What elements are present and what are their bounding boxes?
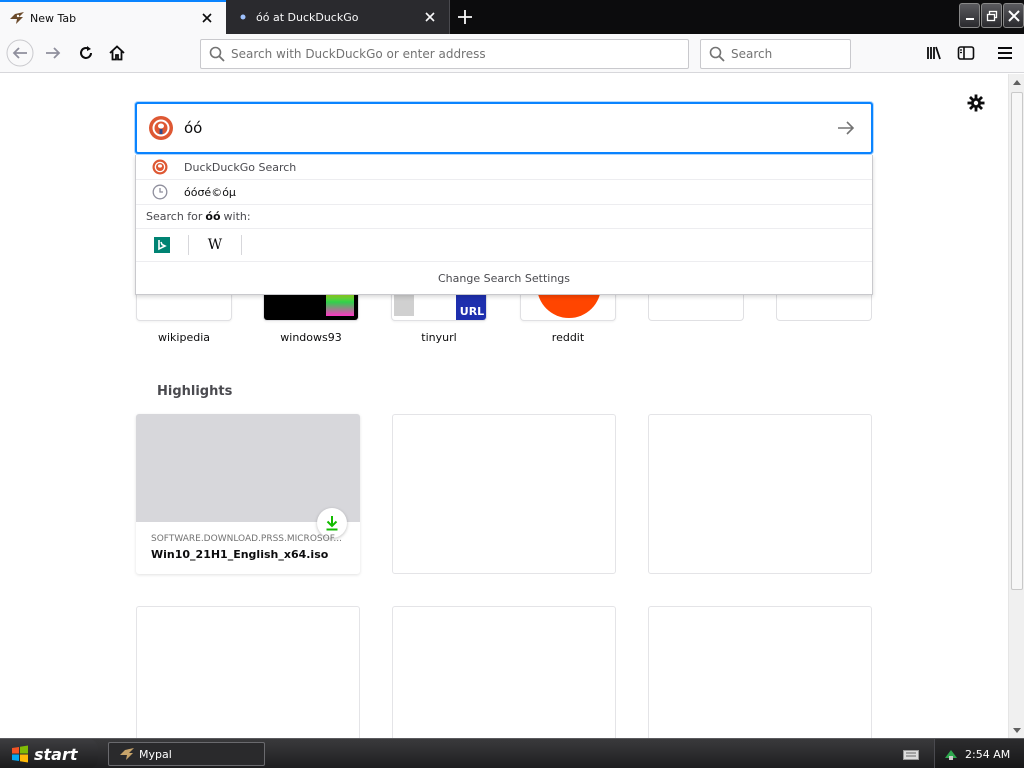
highlight-card[interactable]: SOFTWARE.DOWNLOAD.PRSS.MICROSOF... Win10… bbox=[136, 414, 360, 574]
home-icon bbox=[109, 44, 125, 64]
tab-duckduckgo[interactable]: óó at DuckDuckGo bbox=[226, 0, 450, 34]
search-for-term: óó bbox=[205, 210, 221, 223]
clock[interactable]: 2:54 AM bbox=[965, 748, 1010, 761]
suggestion-label: óóσé©óµ bbox=[184, 185, 236, 199]
newtab-search-box[interactable] bbox=[135, 102, 873, 154]
highlight-card-empty bbox=[392, 606, 616, 738]
highlight-source: SOFTWARE.DOWNLOAD.PRSS.MICROSOF... bbox=[151, 534, 343, 544]
history-clock-icon bbox=[152, 184, 168, 200]
download-arrow-icon bbox=[326, 516, 338, 531]
suggestion-duckduckgo-search[interactable]: DuckDuckGo Search bbox=[136, 155, 872, 180]
site-label: wikipedia bbox=[157, 331, 210, 344]
keyboard-icon[interactable] bbox=[903, 747, 919, 761]
highlight-name: Win10_21H1_English_x64.iso bbox=[151, 548, 329, 561]
highlight-card-empty bbox=[648, 606, 872, 738]
navigation-toolbar bbox=[0, 34, 1024, 73]
vertical-scrollbar[interactable] bbox=[1008, 74, 1024, 738]
suggestion-history[interactable]: óóσé©óµ bbox=[136, 180, 872, 205]
highlight-card-empty bbox=[136, 606, 360, 738]
chevron-up-icon bbox=[1013, 79, 1021, 85]
address-input[interactable] bbox=[231, 47, 688, 61]
search-for-prefix: Search for bbox=[146, 210, 203, 223]
back-arrow-icon bbox=[5, 38, 35, 71]
engine-wikipedia-button[interactable]: W bbox=[197, 233, 233, 257]
tab-strip: New Tab óó at DuckDuckGo bbox=[0, 0, 1024, 34]
highlight-thumbnail bbox=[136, 414, 360, 522]
arrow-right-icon bbox=[838, 121, 855, 135]
newtab-search bbox=[135, 102, 873, 154]
chevron-down-icon bbox=[1013, 727, 1021, 733]
close-tab-icon[interactable] bbox=[420, 7, 440, 27]
menu-button[interactable] bbox=[990, 39, 1020, 69]
home-button[interactable] bbox=[102, 39, 132, 69]
bing-icon bbox=[154, 237, 170, 253]
library-icon bbox=[926, 45, 944, 64]
mypal-icon bbox=[9, 10, 25, 26]
search-icon bbox=[209, 46, 225, 62]
reload-icon bbox=[78, 45, 94, 64]
site-label: reddit bbox=[551, 331, 585, 344]
address-bar[interactable] bbox=[200, 39, 689, 69]
search-for-header: Search for óó with: bbox=[136, 205, 872, 229]
hamburger-menu-icon bbox=[997, 46, 1013, 63]
system-tray: 2:54 AM bbox=[934, 739, 1024, 768]
sidebar-button[interactable] bbox=[951, 39, 981, 69]
scroll-up-button[interactable] bbox=[1010, 74, 1024, 90]
taskbar: start Mypal 2:54 AM bbox=[0, 738, 1024, 768]
forward-arrow-icon bbox=[44, 44, 62, 65]
search-bar[interactable] bbox=[700, 39, 881, 69]
reload-button[interactable] bbox=[71, 39, 101, 69]
window-controls bbox=[959, 3, 1024, 28]
scroll-down-button[interactable] bbox=[1010, 722, 1024, 738]
duckduckgo-icon bbox=[152, 159, 168, 175]
scrollbar-thumb[interactable] bbox=[1011, 92, 1023, 590]
customize-gear-button[interactable] bbox=[966, 94, 986, 114]
engine-separator bbox=[241, 235, 242, 255]
duckduckgo-icon bbox=[149, 116, 173, 140]
search-icon bbox=[709, 46, 725, 62]
gear-icon bbox=[967, 94, 985, 115]
restore-button[interactable] bbox=[981, 3, 1002, 28]
highlights-heading: Highlights bbox=[157, 384, 233, 399]
mypal-icon bbox=[119, 746, 135, 762]
close-tab-icon[interactable] bbox=[197, 8, 217, 28]
close-window-button[interactable] bbox=[1003, 3, 1024, 28]
tab-title: New Tab bbox=[30, 11, 77, 25]
minimize-button[interactable] bbox=[959, 3, 980, 28]
windows-logo-icon bbox=[12, 745, 28, 763]
sidebar-icon bbox=[957, 45, 975, 64]
tab-new-tab[interactable]: New Tab bbox=[0, 0, 226, 34]
highlight-card-empty bbox=[392, 414, 616, 574]
search-for-suffix: with: bbox=[223, 210, 251, 223]
engine-bing-button[interactable] bbox=[144, 233, 180, 257]
one-off-engines: W bbox=[136, 229, 872, 262]
wikipedia-icon: W bbox=[207, 237, 223, 253]
site-label: windows93 bbox=[280, 331, 342, 344]
start-label: start bbox=[34, 744, 78, 764]
network-icon[interactable] bbox=[943, 746, 959, 762]
engine-separator bbox=[188, 235, 189, 255]
newtab-search-input[interactable] bbox=[184, 119, 835, 137]
tab-title: óó at DuckDuckGo bbox=[256, 10, 359, 24]
library-button[interactable] bbox=[920, 39, 950, 69]
forward-button[interactable] bbox=[38, 39, 68, 69]
search-suggestions-dropdown: DuckDuckGo Search óóσé©óµ Search for óó … bbox=[135, 155, 873, 295]
taskbar-item-mypal[interactable]: Mypal bbox=[108, 742, 265, 766]
new-tab-page: wikipedia windows93 URL tinyurl reddit ó… bbox=[0, 74, 1008, 738]
search-input[interactable] bbox=[731, 47, 881, 61]
taskbar-item-label: Mypal bbox=[139, 747, 172, 761]
start-button[interactable]: start bbox=[0, 739, 98, 768]
new-tab-button[interactable] bbox=[452, 4, 478, 30]
highlight-card-empty bbox=[648, 414, 872, 574]
back-button[interactable] bbox=[5, 39, 35, 69]
suggestion-label: DuckDuckGo Search bbox=[184, 160, 297, 174]
change-search-settings[interactable]: Change Search Settings bbox=[136, 262, 872, 294]
search-go-button[interactable] bbox=[835, 117, 857, 139]
site-label: tinyurl bbox=[421, 331, 457, 344]
loading-dot-icon bbox=[235, 9, 251, 25]
